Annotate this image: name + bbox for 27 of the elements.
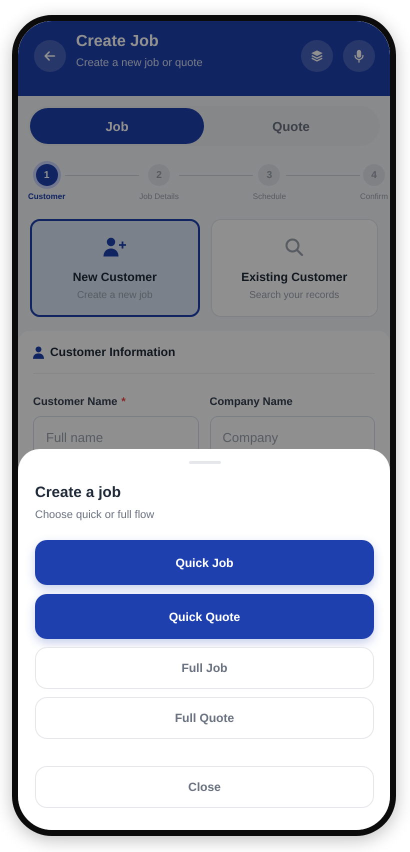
customer-option-card[interactable]: Existing Customer Search your records <box>210 219 378 317</box>
section-title: Customer Information <box>50 345 176 359</box>
option-title: New Customer <box>72 270 157 284</box>
field-label: Customer Name <box>33 396 118 408</box>
option-button[interactable]: Full Quote <box>35 697 374 739</box>
sheet-title: Create a job <box>35 484 122 501</box>
tab[interactable]: Job <box>30 108 204 144</box>
screen-subtitle: Create a new job or quote <box>76 57 204 69</box>
close-button[interactable]: Close <box>35 766 374 808</box>
microphone-icon <box>352 49 366 63</box>
field-label: Company Name <box>210 396 293 408</box>
primary-button[interactable]: Quick Quote <box>35 594 374 639</box>
screen-title: Create Job <box>76 33 160 51</box>
step-label: Customer <box>28 192 66 201</box>
add-person-icon <box>102 236 127 258</box>
tab[interactable]: Quote <box>204 108 378 144</box>
sheet-subtitle: Choose quick or full flow <box>35 509 156 521</box>
step-number: 1 <box>36 164 58 186</box>
layers-icon <box>310 49 324 63</box>
option-title: Existing Customer <box>241 270 348 284</box>
option-button[interactable]: Full Job <box>35 647 374 689</box>
primary-button[interactable]: Quick Job <box>35 540 374 585</box>
required-mark: * <box>121 396 126 408</box>
search-icon <box>284 236 304 258</box>
person-icon <box>33 346 44 358</box>
option-subtitle: Search your records <box>249 290 340 300</box>
back-arrow-icon <box>43 49 57 63</box>
